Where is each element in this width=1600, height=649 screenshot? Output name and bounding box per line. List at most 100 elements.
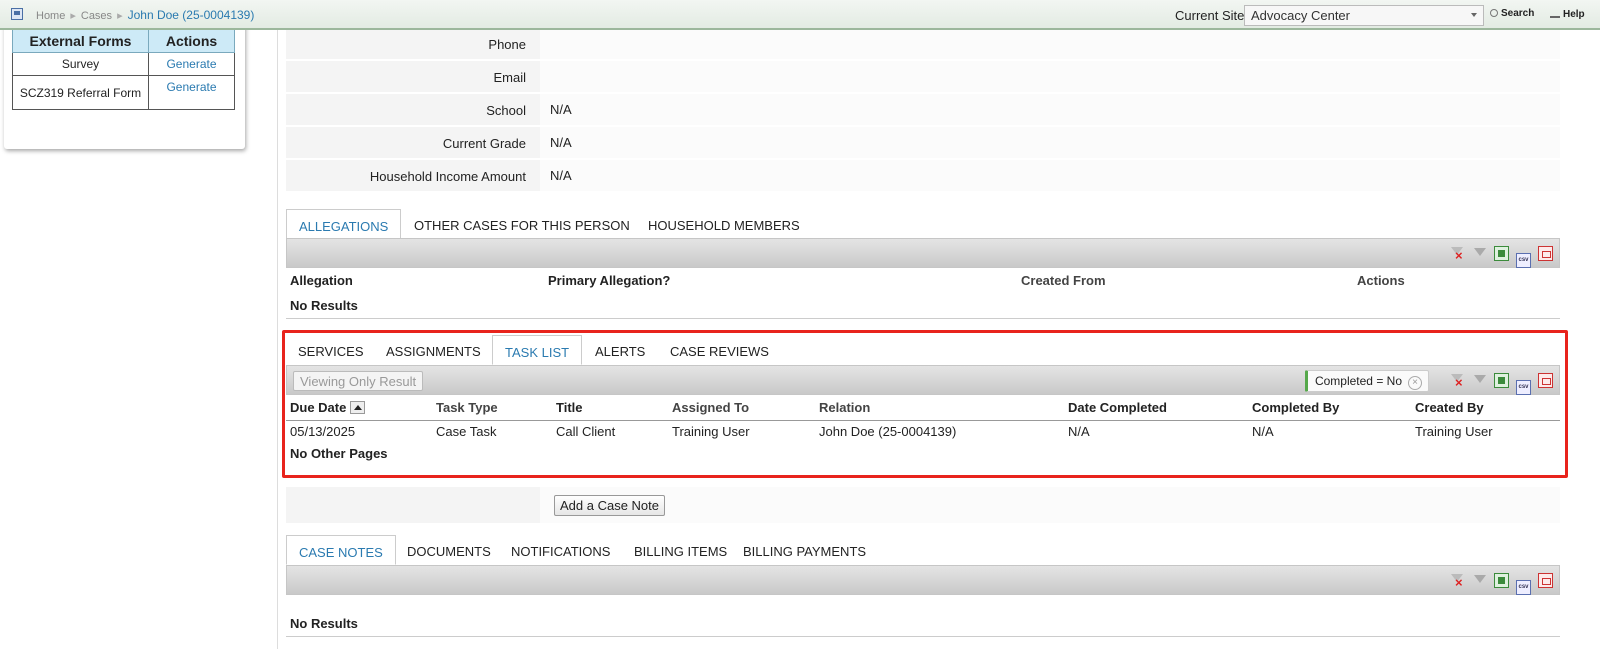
pdf-export-icon[interactable] bbox=[1538, 373, 1553, 388]
column-header-created-by[interactable]: Created By bbox=[1411, 396, 1560, 421]
filter-icon[interactable] bbox=[1472, 373, 1487, 388]
tab-task-list[interactable]: TASK LIST bbox=[492, 335, 583, 365]
column-header-task-type[interactable]: Task Type bbox=[432, 396, 552, 421]
csv-export-icon[interactable]: csv bbox=[1516, 253, 1531, 268]
generate-link[interactable]: Generate bbox=[148, 75, 235, 110]
close-icon[interactable]: × bbox=[1408, 376, 1422, 390]
help-button[interactable]: Help bbox=[1550, 8, 1585, 20]
field-label: Current Grade bbox=[442, 136, 526, 151]
info-row-current-grade: Current Grade N/A bbox=[286, 127, 1560, 159]
search-button[interactable]: Search bbox=[1490, 8, 1534, 19]
pagination-info: No Other Pages bbox=[286, 442, 1560, 466]
export-tools: csv bbox=[1443, 246, 1553, 268]
breadcrumb-cases[interactable]: Cases bbox=[81, 10, 112, 22]
field-value bbox=[540, 61, 1560, 92]
tab-services[interactable]: SERVICES bbox=[286, 335, 376, 365]
field-value bbox=[540, 28, 1560, 59]
filter-icon[interactable] bbox=[1472, 246, 1487, 261]
export-tools: csv bbox=[1443, 373, 1553, 395]
tab-billing-items[interactable]: BILLING ITEMS bbox=[622, 535, 739, 565]
tab-alerts[interactable]: ALERTS bbox=[583, 335, 657, 365]
completed-by-link[interactable]: N/A bbox=[1248, 420, 1411, 443]
column-header-primary-allegation[interactable]: Primary Allegation? bbox=[544, 269, 1017, 294]
clear-filters-icon[interactable] bbox=[1450, 373, 1465, 390]
breadcrumb-home[interactable]: Home bbox=[36, 10, 65, 22]
cell-assigned-to: Training User bbox=[668, 420, 815, 443]
cell-due-date: 05/13/2025 bbox=[286, 420, 432, 443]
tab-billing-payments[interactable]: BILLING PAYMENTS bbox=[731, 535, 878, 565]
csv-export-icon[interactable]: csv bbox=[1516, 580, 1531, 595]
column-header-relation[interactable]: Relation bbox=[815, 396, 1064, 421]
task-toolbar: Viewing Only Result Completed = No × csv bbox=[286, 365, 1560, 395]
case-notes-empty: No Results bbox=[286, 611, 1560, 637]
external-forms-table: External Forms Actions Survey Generate S… bbox=[12, 28, 235, 110]
field-label: Email bbox=[493, 70, 526, 85]
tab-assignments[interactable]: ASSIGNMENTS bbox=[374, 335, 493, 365]
excel-export-icon[interactable] bbox=[1494, 573, 1509, 588]
app-menu-icon[interactable] bbox=[11, 8, 23, 20]
column-header-date-completed[interactable]: Date Completed bbox=[1064, 396, 1248, 421]
column-header-title[interactable]: Title bbox=[552, 396, 668, 421]
tab-other-cases[interactable]: OTHER CASES FOR THIS PERSON bbox=[402, 209, 642, 239]
help-label: Help bbox=[1563, 9, 1585, 20]
csv-export-icon[interactable]: csv bbox=[1516, 380, 1531, 395]
column-header-label: Due Date bbox=[290, 400, 347, 416]
column-header-actions: Actions bbox=[1353, 269, 1560, 294]
generate-link[interactable]: Generate bbox=[148, 52, 235, 76]
tab-documents[interactable]: DOCUMENTS bbox=[395, 535, 503, 565]
filter-chip[interactable]: Completed = No × bbox=[1304, 370, 1429, 392]
table-row: 05/13/2025 Case Task Call Client Trainin… bbox=[286, 420, 1560, 443]
column-header-completed-by[interactable]: Completed By bbox=[1248, 396, 1411, 421]
info-row-school: School N/A bbox=[286, 94, 1560, 126]
current-site-select[interactable]: Advocacy Center bbox=[1244, 5, 1484, 26]
table-row: SCZ319 Referral Form Generate bbox=[12, 75, 235, 110]
excel-export-icon[interactable] bbox=[1494, 373, 1509, 388]
relation-link[interactable]: John Doe (25-0004139) bbox=[815, 420, 1064, 443]
tab-allegations[interactable]: ALLEGATIONS bbox=[286, 209, 402, 239]
field-value: N/A bbox=[540, 160, 1560, 191]
add-case-note-cell bbox=[540, 487, 1560, 523]
tab-notifications[interactable]: NOTIFICATIONS bbox=[499, 535, 622, 565]
viewing-only-result-button[interactable]: Viewing Only Result bbox=[293, 371, 424, 391]
search-icon bbox=[1490, 9, 1498, 17]
column-header-external-forms: External Forms bbox=[12, 28, 149, 53]
column-header-created-from[interactable]: Created From bbox=[1017, 269, 1353, 294]
sort-ascending-icon[interactable] bbox=[350, 401, 366, 415]
field-label: School bbox=[486, 103, 526, 118]
excel-export-icon[interactable] bbox=[1494, 246, 1509, 261]
content-divider bbox=[277, 30, 278, 649]
column-header-actions: Actions bbox=[148, 28, 235, 53]
info-row-phone: Phone bbox=[286, 28, 1560, 60]
column-header-due-date[interactable]: Due Date bbox=[286, 396, 432, 421]
cell-date-completed: N/A bbox=[1064, 420, 1248, 443]
cell-created-by: Training User bbox=[1411, 420, 1560, 443]
form-name: Survey bbox=[12, 52, 149, 76]
clear-filters-icon[interactable] bbox=[1450, 246, 1465, 263]
filter-icon[interactable] bbox=[1472, 573, 1487, 588]
column-header-allegation[interactable]: Allegation bbox=[286, 269, 544, 294]
info-row-household-income: Household Income Amount N/A bbox=[286, 160, 1560, 192]
field-value: N/A bbox=[540, 94, 1560, 125]
tab-household-members[interactable]: HOUSEHOLD MEMBERS bbox=[636, 209, 812, 239]
add-case-note-row bbox=[286, 487, 1560, 523]
tab-case-reviews[interactable]: CASE REVIEWS bbox=[658, 335, 781, 365]
task-title-link[interactable]: Call Client bbox=[552, 420, 668, 443]
field-label: Household Income Amount bbox=[369, 169, 526, 184]
breadcrumb-current[interactable]: John Doe (25-0004139) bbox=[128, 8, 255, 22]
allegations-toolbar: csv bbox=[286, 238, 1560, 268]
form-name: SCZ319 Referral Form bbox=[12, 75, 149, 110]
pdf-export-icon[interactable] bbox=[1538, 573, 1553, 588]
clear-filters-icon[interactable] bbox=[1450, 573, 1465, 590]
cell-task-type: Case Task bbox=[432, 420, 552, 443]
pdf-export-icon[interactable] bbox=[1538, 246, 1553, 261]
breadcrumb: Home ▸ Cases ▸ John Doe (25-0004139) bbox=[36, 8, 254, 22]
help-icon bbox=[1550, 8, 1560, 18]
allegations-empty: No Results bbox=[286, 293, 1560, 319]
column-header-assigned-to[interactable]: Assigned To bbox=[668, 396, 815, 421]
chevron-down-icon bbox=[1471, 13, 1477, 17]
task-list-table: Due Date Task Type Title Assigned To Rel… bbox=[286, 396, 1560, 443]
add-case-note-button[interactable]: Add a Case Note bbox=[554, 495, 666, 516]
info-row-email: Email bbox=[286, 61, 1560, 93]
tab-case-notes[interactable]: CASE NOTES bbox=[286, 535, 396, 565]
current-site-value: Advocacy Center bbox=[1251, 8, 1350, 23]
